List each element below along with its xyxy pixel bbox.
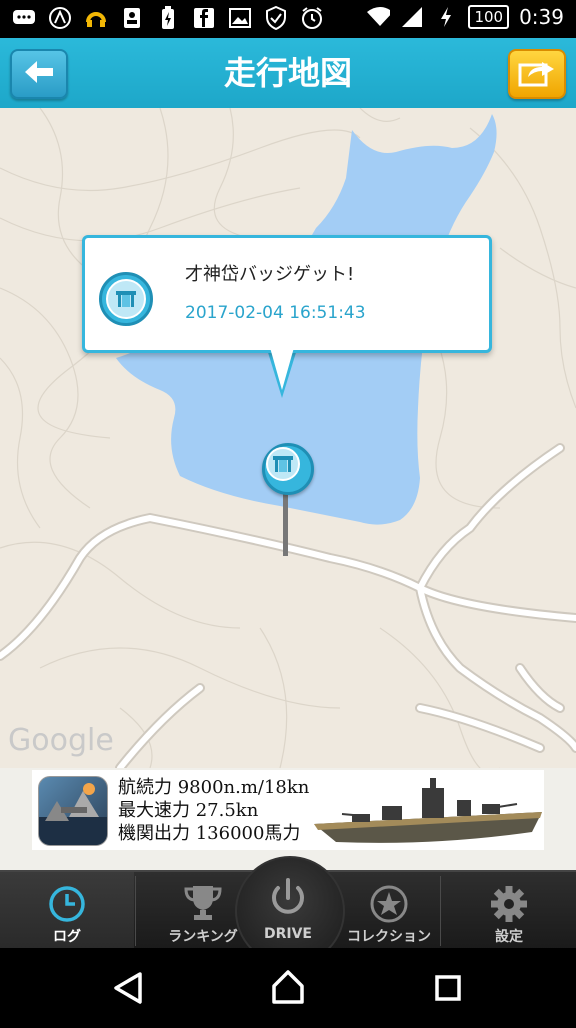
charging-icon xyxy=(434,5,458,29)
signal-icon xyxy=(400,5,424,29)
battery-level: 100 xyxy=(468,5,510,29)
popup-title: 才神岱バッジゲット! xyxy=(185,264,355,285)
nav-home-icon[interactable] xyxy=(272,970,304,1004)
image-icon xyxy=(228,6,252,30)
map-view[interactable]: 才神岱バッジゲット! 2017-02-04 16:51:43 Google xyxy=(0,108,576,768)
ad-specs: 航続力 9800n.m/18kn 最大速力 27.5kn 機関出力 136000… xyxy=(118,776,309,845)
ad-line-2: 最大速力 27.5kn xyxy=(118,800,259,821)
map-pin-badge-icon[interactable] xyxy=(262,443,314,495)
clock-time: 0:39 xyxy=(519,5,564,29)
ad-line-1: 航続力 9800n.m/18kn xyxy=(118,777,310,798)
contact-icon xyxy=(120,6,144,30)
tab-settings-label: 設定 xyxy=(495,929,523,945)
app-header: 走行地図 xyxy=(0,38,576,108)
wifi-icon xyxy=(366,5,391,29)
map-pin-stick xyxy=(283,488,288,556)
dam-badge-icon xyxy=(99,272,153,326)
back-button[interactable] xyxy=(10,49,68,99)
tab-settings[interactable]: 設定 xyxy=(442,872,576,950)
bottom-tab-bar: ログ ランキング DRIVE コレクション 設定 xyxy=(0,856,576,966)
battleship-image xyxy=(314,778,542,843)
nav-recents-icon[interactable] xyxy=(435,975,461,1001)
tab-log-label: ログ xyxy=(53,929,81,945)
ad-area: 航続力 9800n.m/18kn 最大速力 27.5kn 機関出力 136000… xyxy=(0,768,576,870)
clock-icon xyxy=(49,886,85,922)
headphones-icon xyxy=(84,6,108,30)
ad-banner[interactable]: 航続力 9800n.m/18kn 最大速力 27.5kn 機関出力 136000… xyxy=(32,770,544,850)
ad-app-icon xyxy=(38,776,108,846)
google-watermark: Google xyxy=(8,723,114,758)
ad-line-3: 機関出力 136000馬力 xyxy=(118,823,301,844)
share-button[interactable] xyxy=(508,49,566,99)
map-canvas xyxy=(0,108,576,768)
tab-collection-label: コレクション xyxy=(347,929,431,945)
star-icon xyxy=(370,885,408,923)
facebook-icon xyxy=(192,6,216,30)
tab-log[interactable]: ログ xyxy=(0,872,134,950)
badge-popup[interactable]: 才神岱バッジゲット! 2017-02-04 16:51:43 xyxy=(82,235,492,353)
tab-collection[interactable]: コレクション xyxy=(322,872,456,950)
alarm-icon xyxy=(300,6,324,30)
system-nav-bar xyxy=(0,948,576,1024)
status-bar: 100 0:39 xyxy=(0,0,576,38)
page-title: 走行地図 xyxy=(223,54,352,92)
message-icon xyxy=(12,6,36,30)
shield-icon xyxy=(264,6,288,30)
share-icon xyxy=(518,57,556,91)
gear-icon xyxy=(491,886,527,922)
back-arrow-icon xyxy=(23,59,55,89)
power-icon xyxy=(272,878,304,914)
tab-drive-label: DRIVE xyxy=(263,926,312,942)
nav-back-icon[interactable] xyxy=(114,972,142,1004)
popup-tail-inner xyxy=(269,344,295,390)
popup-timestamp: 2017-02-04 16:51:43 xyxy=(185,303,366,323)
arc-icon xyxy=(48,6,72,30)
trophy-icon xyxy=(184,886,222,920)
battery-saver-icon xyxy=(156,6,180,30)
